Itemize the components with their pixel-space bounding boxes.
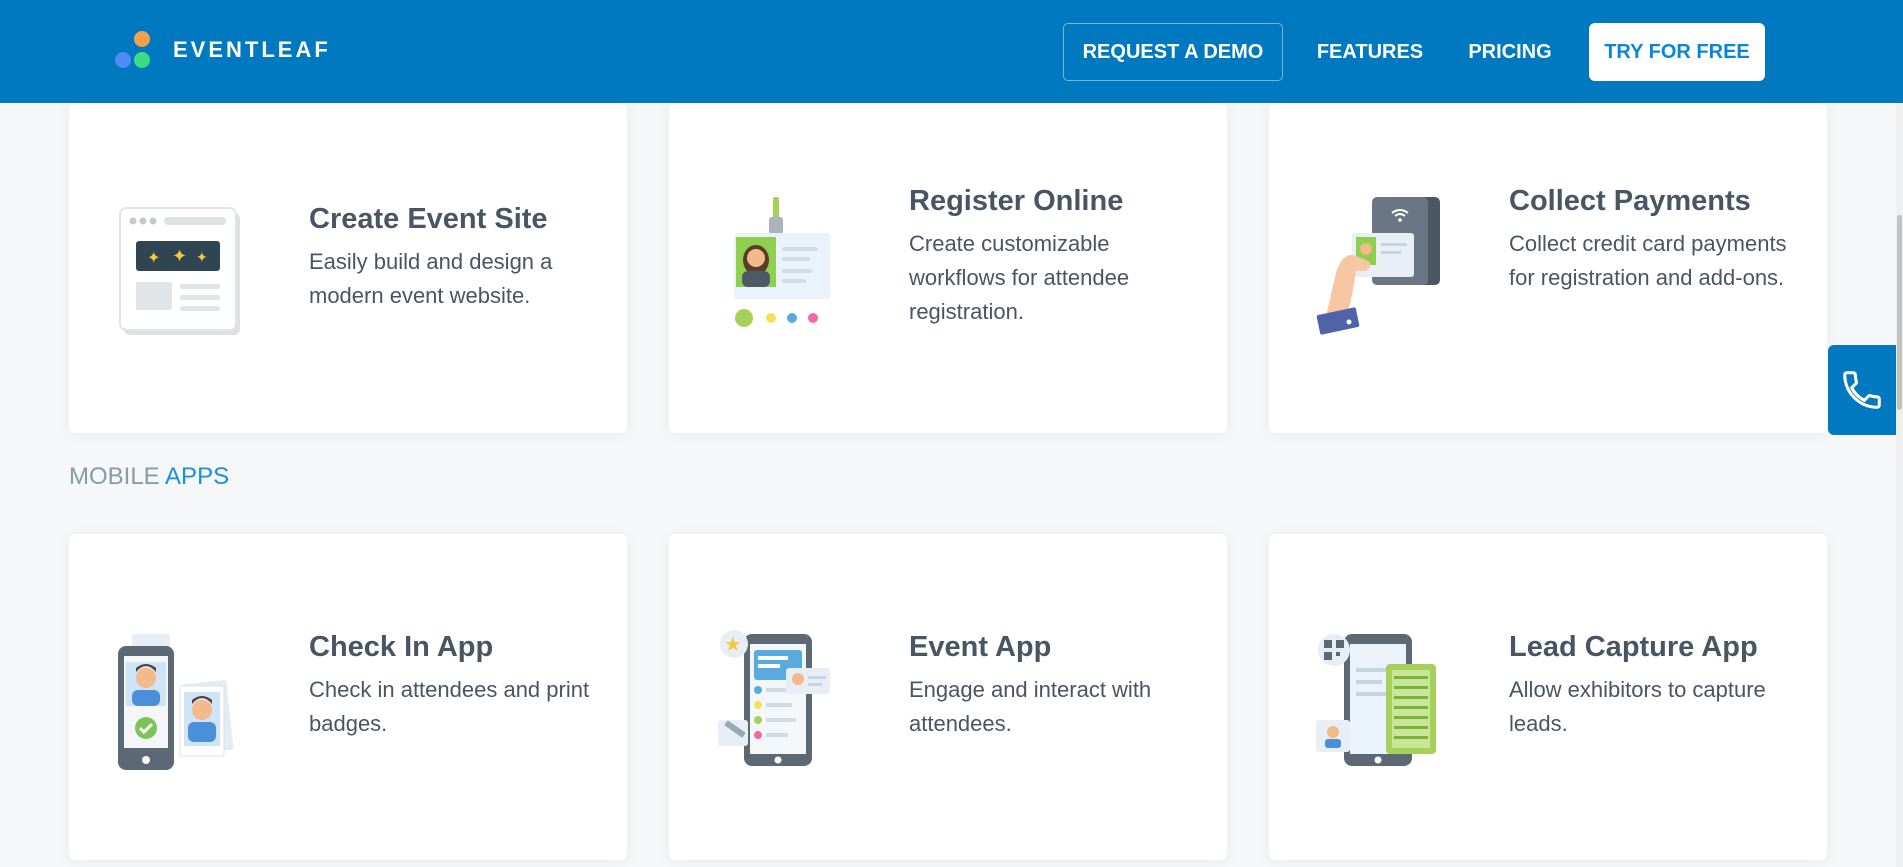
card-title: Lead Capture App [1509,631,1758,663]
svg-text:✦: ✦ [172,246,187,267]
try-for-free-button[interactable]: TRY FOR FREE [1589,23,1765,81]
feature-card-lead-capture-app[interactable]: Lead Capture App Allow exhibitors to cap… [1269,534,1827,860]
card-description: Check in attendees and print badges. [309,677,590,736]
section-label-apps: APPS [165,463,230,490]
card-title: Register Online [909,185,1124,217]
request-demo-button[interactable]: REQUEST A DEMO [1063,23,1283,81]
brand-name: EVENTLEAF [173,37,331,62]
feature-card-create-event-site[interactable]: ✦ ✦ ✦ Create Event Site Easily build and… [69,103,627,433]
card-title: Create Event Site [309,203,548,235]
card-description: Easily build and design a modern event w… [309,249,553,308]
svg-text:★: ★ [724,632,742,656]
call-us-button[interactable] [1828,345,1896,435]
badge-icon [734,197,830,327]
card-description: Allow exhibitors to capture leads. [1509,677,1766,736]
payment-terminal-icon [1316,197,1440,335]
card-description: Engage and interact with attendees. [909,677,1152,736]
card-title: Event App [909,631,1052,663]
card-title: Check In App [309,631,494,663]
feature-card-check-in-app[interactable]: Check In App Check in attendees and prin… [69,534,627,860]
section-label-mobile: MOBILE [69,463,160,490]
event-site-icon: ✦ ✦ ✦ [119,207,240,335]
event-app-phone-icon: ★ [718,630,830,766]
brand-logo[interactable]: EVENTLEAF [113,30,331,70]
card-description: Create customizable workflows for attend… [909,231,1130,324]
card-description: Collect credit card payments for registr… [1509,231,1787,290]
nav-features-link[interactable]: FEATURES [1308,23,1432,81]
nav-pricing-link[interactable]: PRICING [1456,23,1564,81]
eventleaf-logo-icon [113,30,153,70]
svg-text:✦: ✦ [147,248,160,267]
feature-card-event-app[interactable]: ★ Event App Engage and interact with att… [669,534,1227,860]
check-in-phone-icon [118,634,234,770]
feature-card-collect-payments[interactable]: Collect Payments Collect credit card pay… [1269,103,1827,433]
phone-icon [1843,371,1881,409]
card-title: Collect Payments [1509,185,1751,217]
top-nav-bar: EVENTLEAF REQUEST A DEMO FEATURES PRICIN… [0,0,1903,103]
feature-card-register-online[interactable]: Register Online Create customizable work… [669,103,1227,433]
svg-text:✦: ✦ [196,250,208,266]
scrollbar-thumb[interactable] [1897,215,1902,410]
section-heading-mobile-apps: MOBILE APPS [69,463,229,491]
lead-capture-phone-icon [1316,634,1436,766]
